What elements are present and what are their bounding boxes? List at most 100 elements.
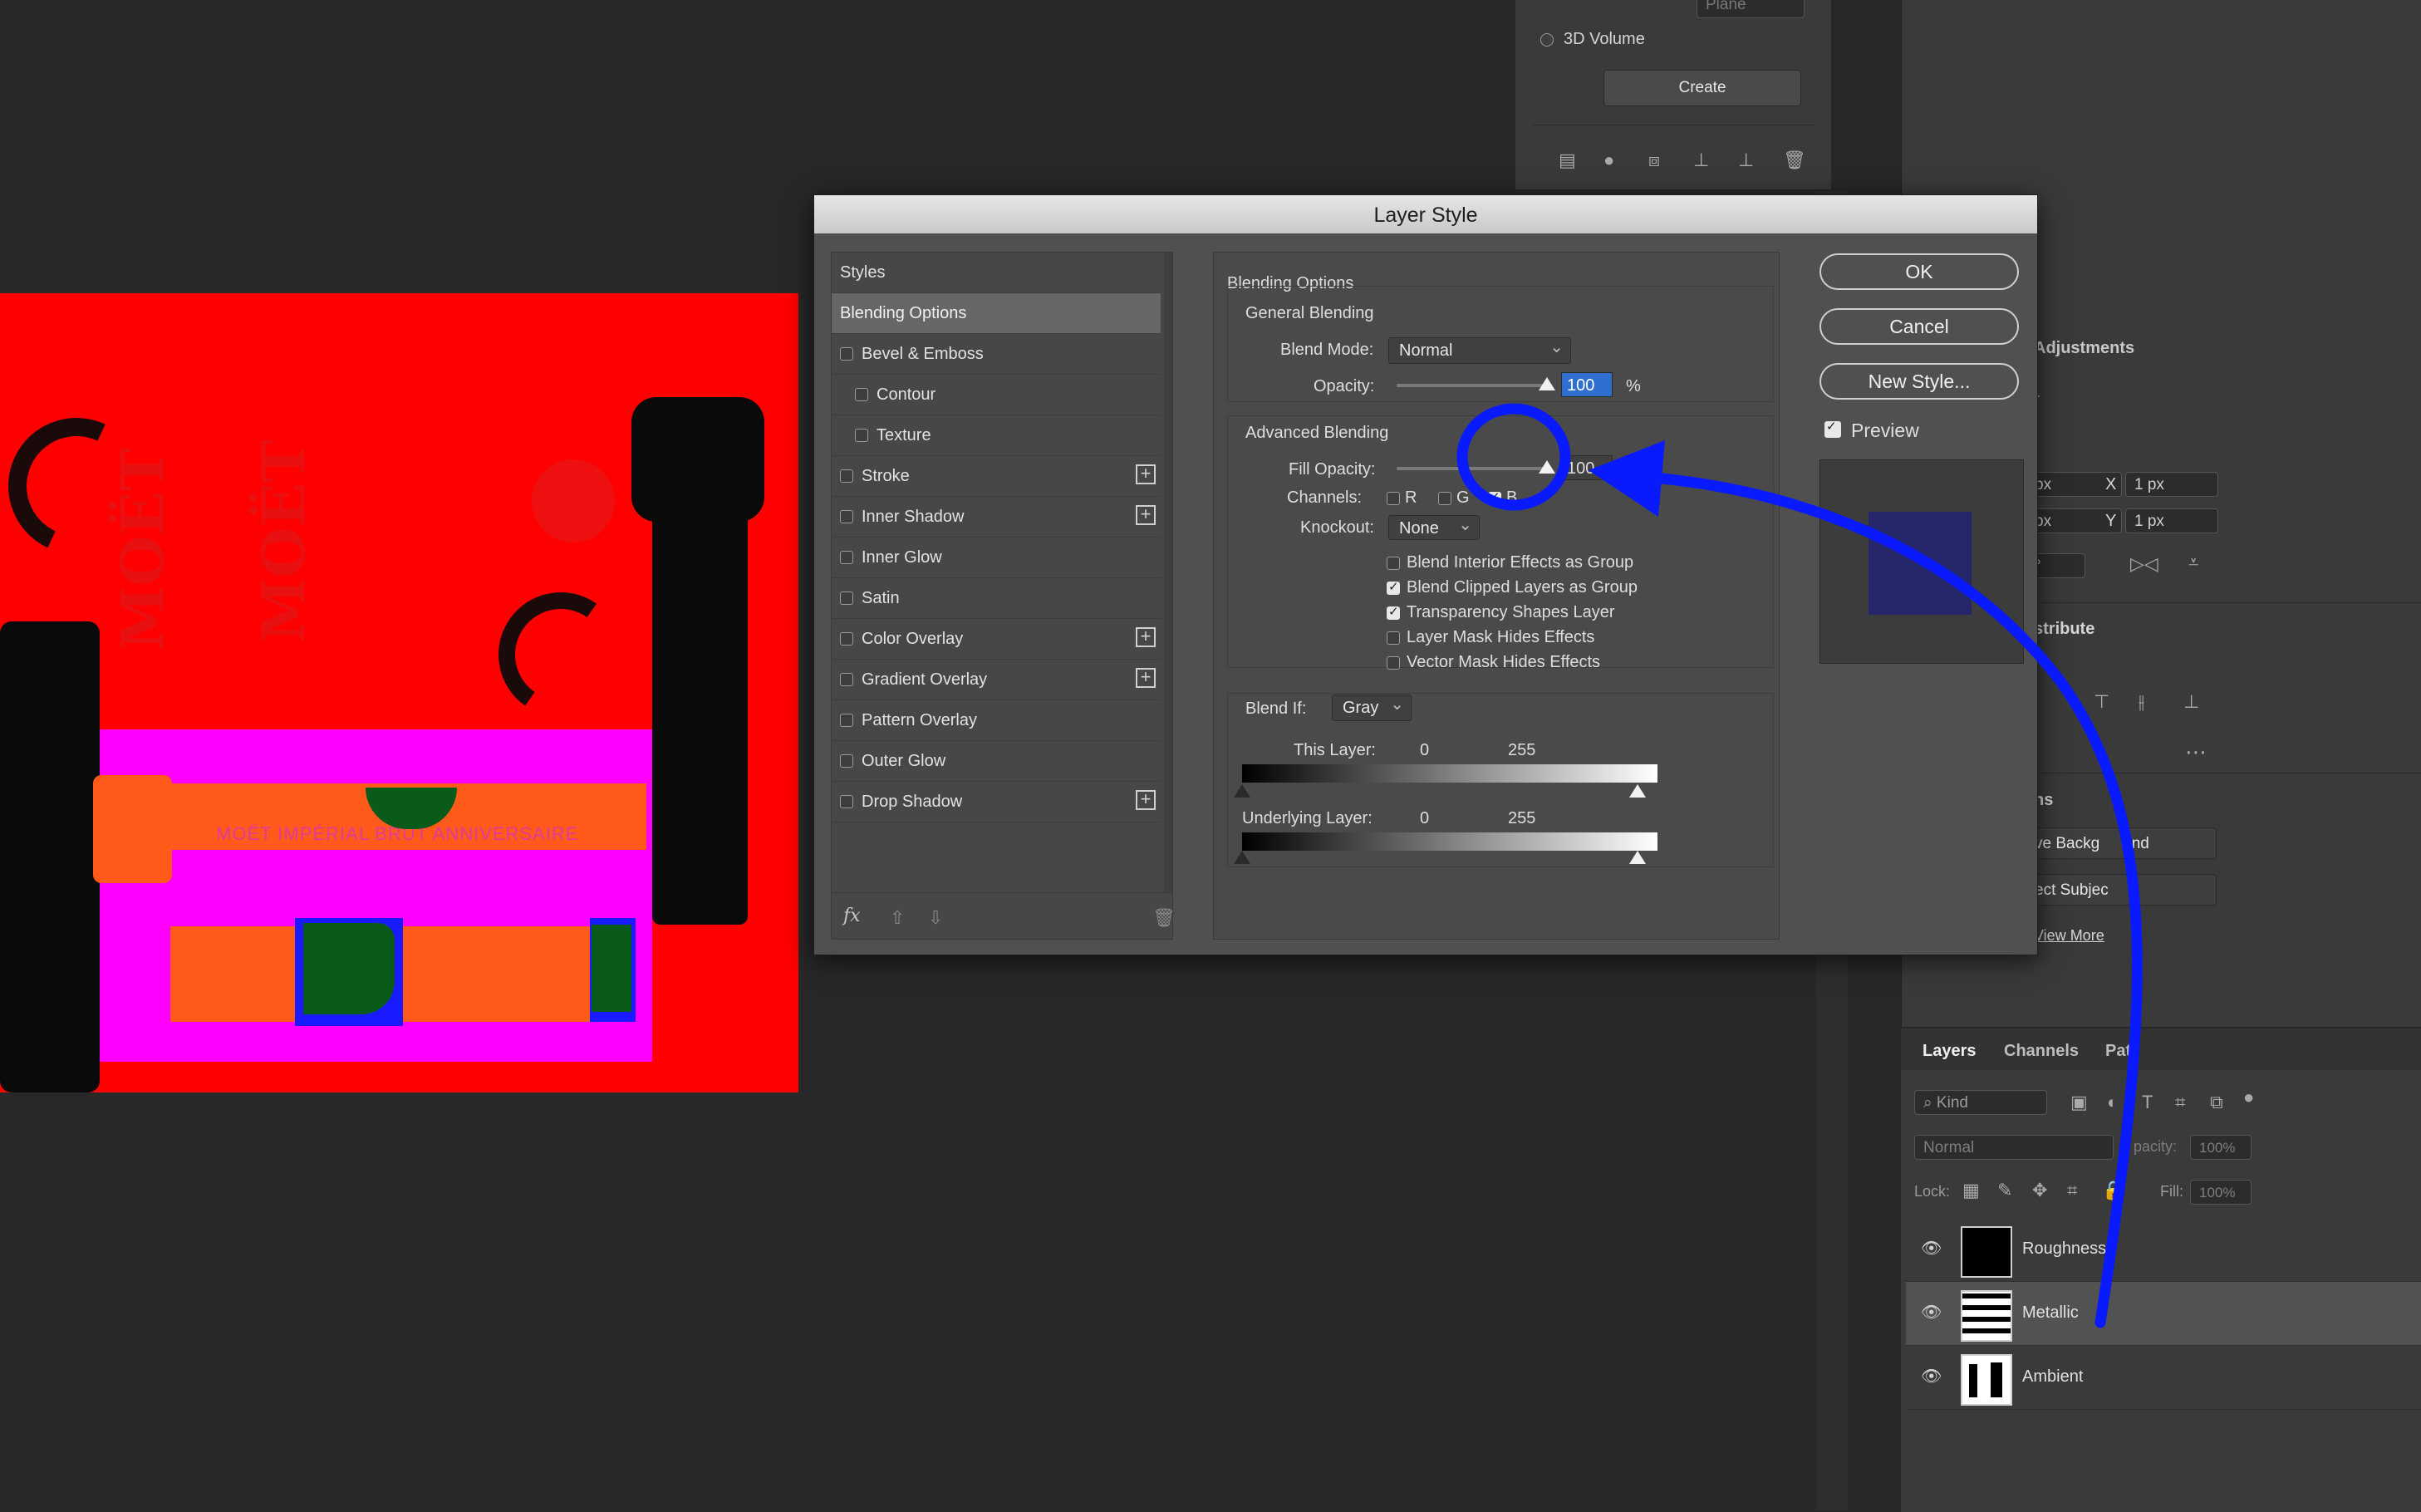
this-layer-black-handle[interactable] xyxy=(1234,784,1250,798)
opacity-input[interactable]: 100 xyxy=(1561,372,1613,397)
style-outer-glow[interactable]: Outer Glow xyxy=(832,741,1161,782)
database-icon[interactable]: ▤ xyxy=(1559,151,1576,169)
style-checkbox[interactable] xyxy=(840,632,853,646)
style-checkbox[interactable] xyxy=(840,714,853,727)
y-field[interactable]: 1 px xyxy=(2125,508,2218,533)
layer-filter-kind[interactable]: ⌕ Kind xyxy=(1914,1090,2047,1115)
eye-icon[interactable]: 👁 xyxy=(1921,1238,1942,1259)
align-top-icon[interactable]: ⊤ xyxy=(2094,693,2109,711)
style-checkbox[interactable] xyxy=(840,795,853,808)
style-satin[interactable]: Satin xyxy=(832,578,1161,619)
add-stroke-icon[interactable]: + xyxy=(1136,464,1156,484)
style-stroke[interactable]: Stroke + xyxy=(832,456,1161,497)
layer-name[interactable]: Roughness xyxy=(2022,1240,2106,1259)
fill-opacity-slider-track[interactable] xyxy=(1397,467,1546,470)
cube-icon[interactable]: ⧈ xyxy=(1648,151,1660,169)
fill-opacity-slider-handle[interactable] xyxy=(1539,460,1555,474)
style-gradient-overlay[interactable]: Gradient Overlay + xyxy=(832,660,1161,700)
option-checkbox[interactable] xyxy=(1387,604,1400,620)
underlying-layer-gradient[interactable] xyxy=(1242,832,1657,851)
lock-artboard-icon[interactable]: ⌗ xyxy=(2067,1181,2077,1200)
blend-mode-select[interactable]: Normal xyxy=(1388,335,1571,364)
channel-r-checkbox[interactable] xyxy=(1387,492,1400,505)
style-checkbox[interactable] xyxy=(840,469,853,483)
more-options-icon[interactable]: ⋯ xyxy=(2185,741,2207,763)
style-checkbox[interactable] xyxy=(840,347,853,361)
option-checkbox[interactable] xyxy=(1387,557,1400,570)
adjustment-filter-icon[interactable]: ◐ xyxy=(2107,1093,2118,1112)
layer-row-selected[interactable]: 👁 Metallic xyxy=(1906,1282,2421,1346)
lock-transparency-icon[interactable]: ▦ xyxy=(1962,1181,1980,1200)
lock-image-icon[interactable]: ✎ xyxy=(1997,1181,2012,1200)
underlying-layer-white-handle[interactable] xyxy=(1629,851,1646,864)
layer-row[interactable]: 👁 Roughness xyxy=(1906,1218,2421,1282)
option-checkbox[interactable] xyxy=(1387,579,1400,595)
layer-name[interactable]: Metallic xyxy=(2022,1303,2079,1323)
style-pattern-overlay[interactable]: Pattern Overlay xyxy=(832,700,1161,741)
ground-icon[interactable]: ⊥ xyxy=(1693,151,1709,169)
new-style-button[interactable]: New Style... xyxy=(1819,363,2019,400)
style-checkbox[interactable] xyxy=(840,754,853,768)
fx-icon[interactable]: fx xyxy=(843,906,861,926)
opacity-slider-handle[interactable] xyxy=(1539,377,1555,390)
flip-horizontal-icon[interactable]: ▷◁ xyxy=(2130,555,2158,573)
fill-field[interactable]: 100% xyxy=(2190,1180,2252,1205)
type-filter-icon[interactable]: T xyxy=(2142,1093,2153,1112)
opacity-slider-track[interactable] xyxy=(1397,384,1546,387)
this-layer-gradient[interactable] xyxy=(1242,764,1657,783)
flip-vertical-icon[interactable]: ⩡ xyxy=(2188,553,2198,572)
align-bottom-icon[interactable]: ⊥ xyxy=(2183,693,2199,711)
plane-dropdown[interactable]: Plane xyxy=(1697,0,1805,18)
add-gradient-overlay-icon[interactable]: + xyxy=(1136,668,1156,688)
document-canvas[interactable]: MOËT MOËT MOËT IMPÉRIAL BRUT ANNIVERSAIR… xyxy=(0,293,798,1092)
tab-channels[interactable]: Channels xyxy=(2004,1042,2079,1061)
add-inner-shadow-icon[interactable]: + xyxy=(1136,505,1156,525)
shape-filter-icon[interactable]: ⌗ xyxy=(2175,1093,2185,1112)
style-inner-shadow[interactable]: Inner Shadow + xyxy=(832,497,1161,538)
lock-all-icon[interactable]: 🔒 xyxy=(2102,1181,2124,1200)
opacity-field[interactable]: 100% xyxy=(2190,1135,2252,1160)
style-checkbox[interactable] xyxy=(855,388,868,401)
layer-name[interactable]: Ambient xyxy=(2022,1367,2083,1387)
eye-icon[interactable]: 👁 xyxy=(1921,1302,1942,1323)
eye-icon[interactable]: 👁 xyxy=(1921,1366,1942,1387)
add-drop-shadow-icon[interactable]: + xyxy=(1136,790,1156,810)
style-inner-glow[interactable]: Inner Glow xyxy=(832,538,1161,578)
tab-layers[interactable]: Layers xyxy=(1923,1042,1977,1061)
trash-icon[interactable]: 🗑 xyxy=(1783,151,1806,169)
this-layer-white-handle[interactable] xyxy=(1629,784,1646,798)
remove-background-button[interactable]: ve Backg und xyxy=(2009,827,2217,859)
knockout-select[interactable]: None xyxy=(1388,513,1480,540)
style-blending-options[interactable]: Blending Options xyxy=(832,293,1161,334)
style-checkbox[interactable] xyxy=(840,510,853,523)
smart-object-filter-icon[interactable]: ⧉ xyxy=(2210,1093,2223,1112)
blend-mode-dropdown[interactable]: Normal xyxy=(1914,1135,2114,1160)
option-checkbox[interactable] xyxy=(1387,656,1400,670)
create-button[interactable]: Create xyxy=(1603,70,1801,106)
channel-b-checkbox[interactable] xyxy=(1488,489,1501,505)
move-up-icon[interactable]: ⇧ xyxy=(890,909,905,927)
style-checkbox[interactable] xyxy=(855,429,868,442)
ok-button[interactable]: OK xyxy=(1819,253,2019,290)
style-texture[interactable]: Texture xyxy=(832,415,1161,456)
pixel-filter-icon[interactable]: ▣ xyxy=(2070,1093,2088,1112)
view-more-link[interactable]: View More xyxy=(2034,927,2104,945)
option-checkbox[interactable] xyxy=(1387,631,1400,645)
add-color-overlay-icon[interactable]: + xyxy=(1136,627,1156,647)
dialog-titlebar[interactable]: Layer Style xyxy=(814,195,2037,233)
style-checkbox[interactable] xyxy=(840,673,853,686)
styles-header[interactable]: Styles xyxy=(832,253,1161,293)
fill-opacity-input[interactable]: 100 xyxy=(1561,455,1613,480)
style-checkbox[interactable] xyxy=(840,592,853,605)
3d-volume-radio[interactable] xyxy=(1540,33,1554,47)
layer-row[interactable]: 👁 Ambient xyxy=(1906,1346,2421,1410)
align-middle-icon[interactable]: ⫲ xyxy=(2139,693,2144,711)
light-bulb-icon[interactable]: ● xyxy=(1603,151,1614,169)
preview-checkbox[interactable] xyxy=(1824,419,1841,438)
move-down-icon[interactable]: ⇩ xyxy=(928,909,943,927)
style-contour[interactable]: Contour xyxy=(832,375,1161,415)
style-color-overlay[interactable]: Color Overlay + xyxy=(832,619,1161,660)
delete-effect-icon[interactable]: 🗑 xyxy=(1152,909,1176,927)
x-field[interactable]: 1 px xyxy=(2125,472,2218,497)
style-drop-shadow[interactable]: Drop Shadow + xyxy=(832,782,1161,822)
